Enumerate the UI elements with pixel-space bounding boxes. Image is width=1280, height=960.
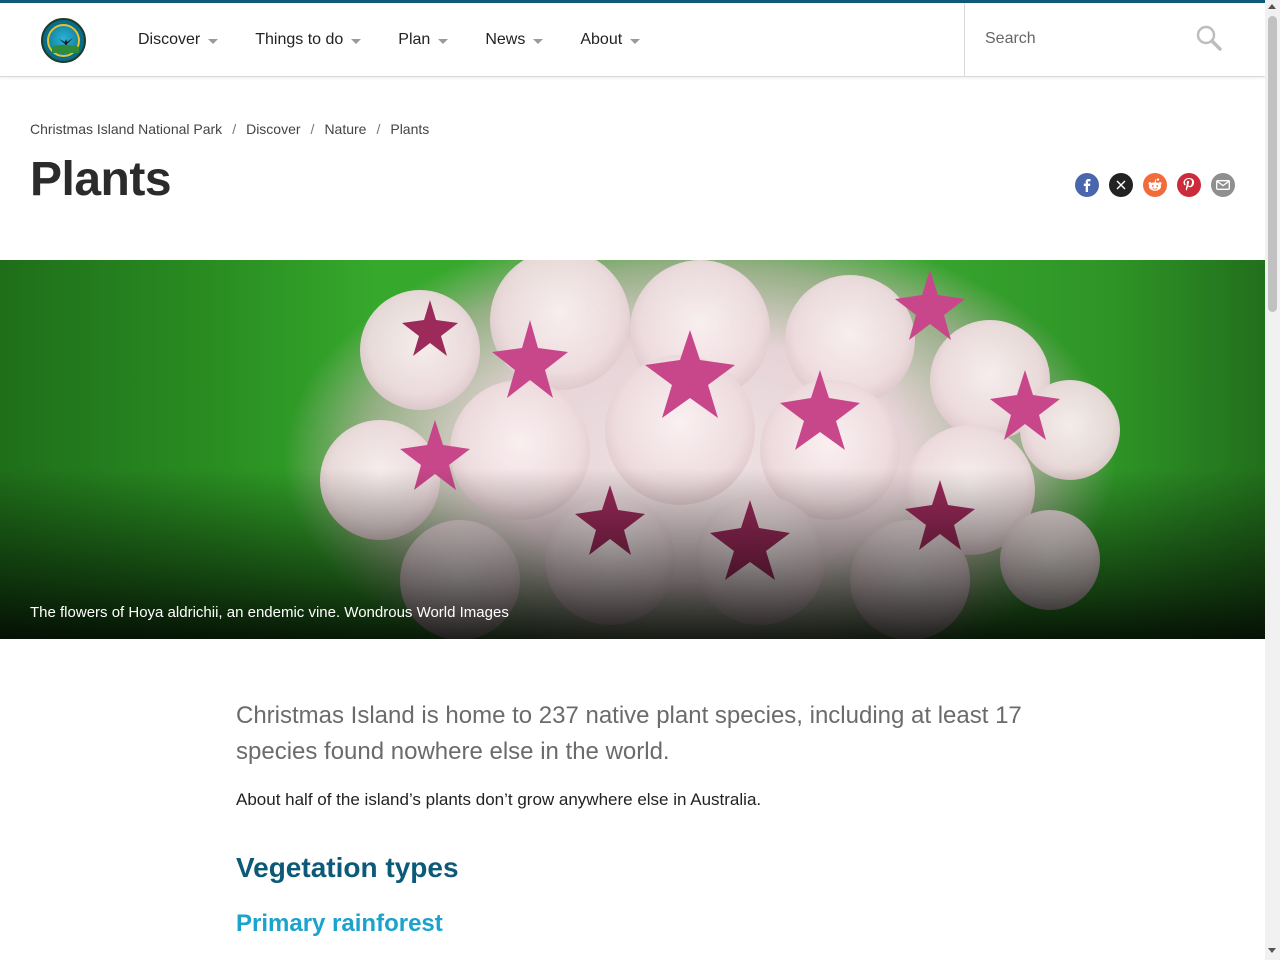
subsection-heading: Primary rainforest — [236, 910, 443, 937]
nav-plan[interactable]: Plan — [398, 31, 449, 49]
chevron-down-icon — [438, 38, 449, 44]
nav-label: Plan — [398, 31, 431, 48]
x-icon — [1116, 180, 1126, 190]
share-pinterest-button[interactable] — [1177, 173, 1201, 197]
site-header: Discover Things to do Plan News About — [0, 3, 1265, 77]
search-input[interactable] — [985, 27, 1185, 51]
hero-image: The flowers of Hoya aldrichii, an endemi… — [0, 260, 1265, 639]
main-nav: Discover Things to do Plan News About — [138, 3, 677, 77]
page-scrollbar[interactable] — [1265, 0, 1280, 960]
nav-things-to-do[interactable]: Things to do — [255, 31, 362, 49]
chevron-down-icon — [351, 38, 362, 44]
search-box — [964, 3, 1265, 77]
scroll-down-icon[interactable] — [1268, 948, 1276, 953]
chevron-down-icon — [630, 38, 641, 44]
breadcrumb-separator: / — [232, 121, 237, 137]
facebook-icon — [1083, 179, 1091, 192]
search-icon — [1196, 25, 1222, 51]
search-button[interactable] — [1193, 23, 1225, 55]
hero-caption: The flowers of Hoya aldrichii, an endemi… — [30, 604, 509, 621]
body-paragraph: About half of the island’s plants don’t … — [236, 790, 762, 809]
page-title: Plants — [30, 153, 172, 206]
hero-gradient-overlay — [0, 260, 1265, 639]
park-logo[interactable] — [41, 18, 86, 63]
email-icon — [1216, 180, 1230, 190]
scroll-up-icon[interactable] — [1268, 4, 1276, 9]
share-email-button[interactable] — [1211, 173, 1235, 197]
breadcrumb-separator: / — [310, 121, 315, 137]
logo-emblem — [47, 24, 80, 57]
nav-label: Discover — [138, 31, 201, 48]
nav-label: News — [485, 31, 526, 48]
chevron-down-icon — [208, 38, 219, 44]
breadcrumb-separator: / — [376, 121, 381, 137]
breadcrumb-discover[interactable]: Discover — [246, 121, 300, 137]
breadcrumb-nature[interactable]: Nature — [324, 121, 366, 137]
share-buttons — [1075, 173, 1245, 197]
share-facebook-button[interactable] — [1075, 173, 1099, 197]
share-reddit-button[interactable] — [1143, 173, 1167, 197]
pinterest-icon — [1183, 178, 1195, 191]
nav-news[interactable]: News — [485, 31, 544, 49]
nav-label: Things to do — [255, 31, 344, 48]
share-x-button[interactable] — [1109, 173, 1133, 197]
scroll-thumb[interactable] — [1268, 16, 1277, 312]
nav-label: About — [580, 31, 623, 48]
chevron-down-icon — [533, 38, 544, 44]
section-heading: Vegetation types — [236, 852, 459, 883]
lead-paragraph: Christmas Island is home to 237 native p… — [236, 702, 1022, 765]
breadcrumb-current[interactable]: Plants — [390, 121, 429, 137]
nav-about[interactable]: About — [580, 31, 641, 49]
breadcrumb: Christmas Island National Park / Discove… — [30, 121, 429, 137]
logo-land-icon — [52, 45, 79, 53]
reddit-icon — [1148, 178, 1162, 191]
nav-discover[interactable]: Discover — [138, 31, 219, 49]
breadcrumb-home[interactable]: Christmas Island National Park — [30, 121, 222, 137]
